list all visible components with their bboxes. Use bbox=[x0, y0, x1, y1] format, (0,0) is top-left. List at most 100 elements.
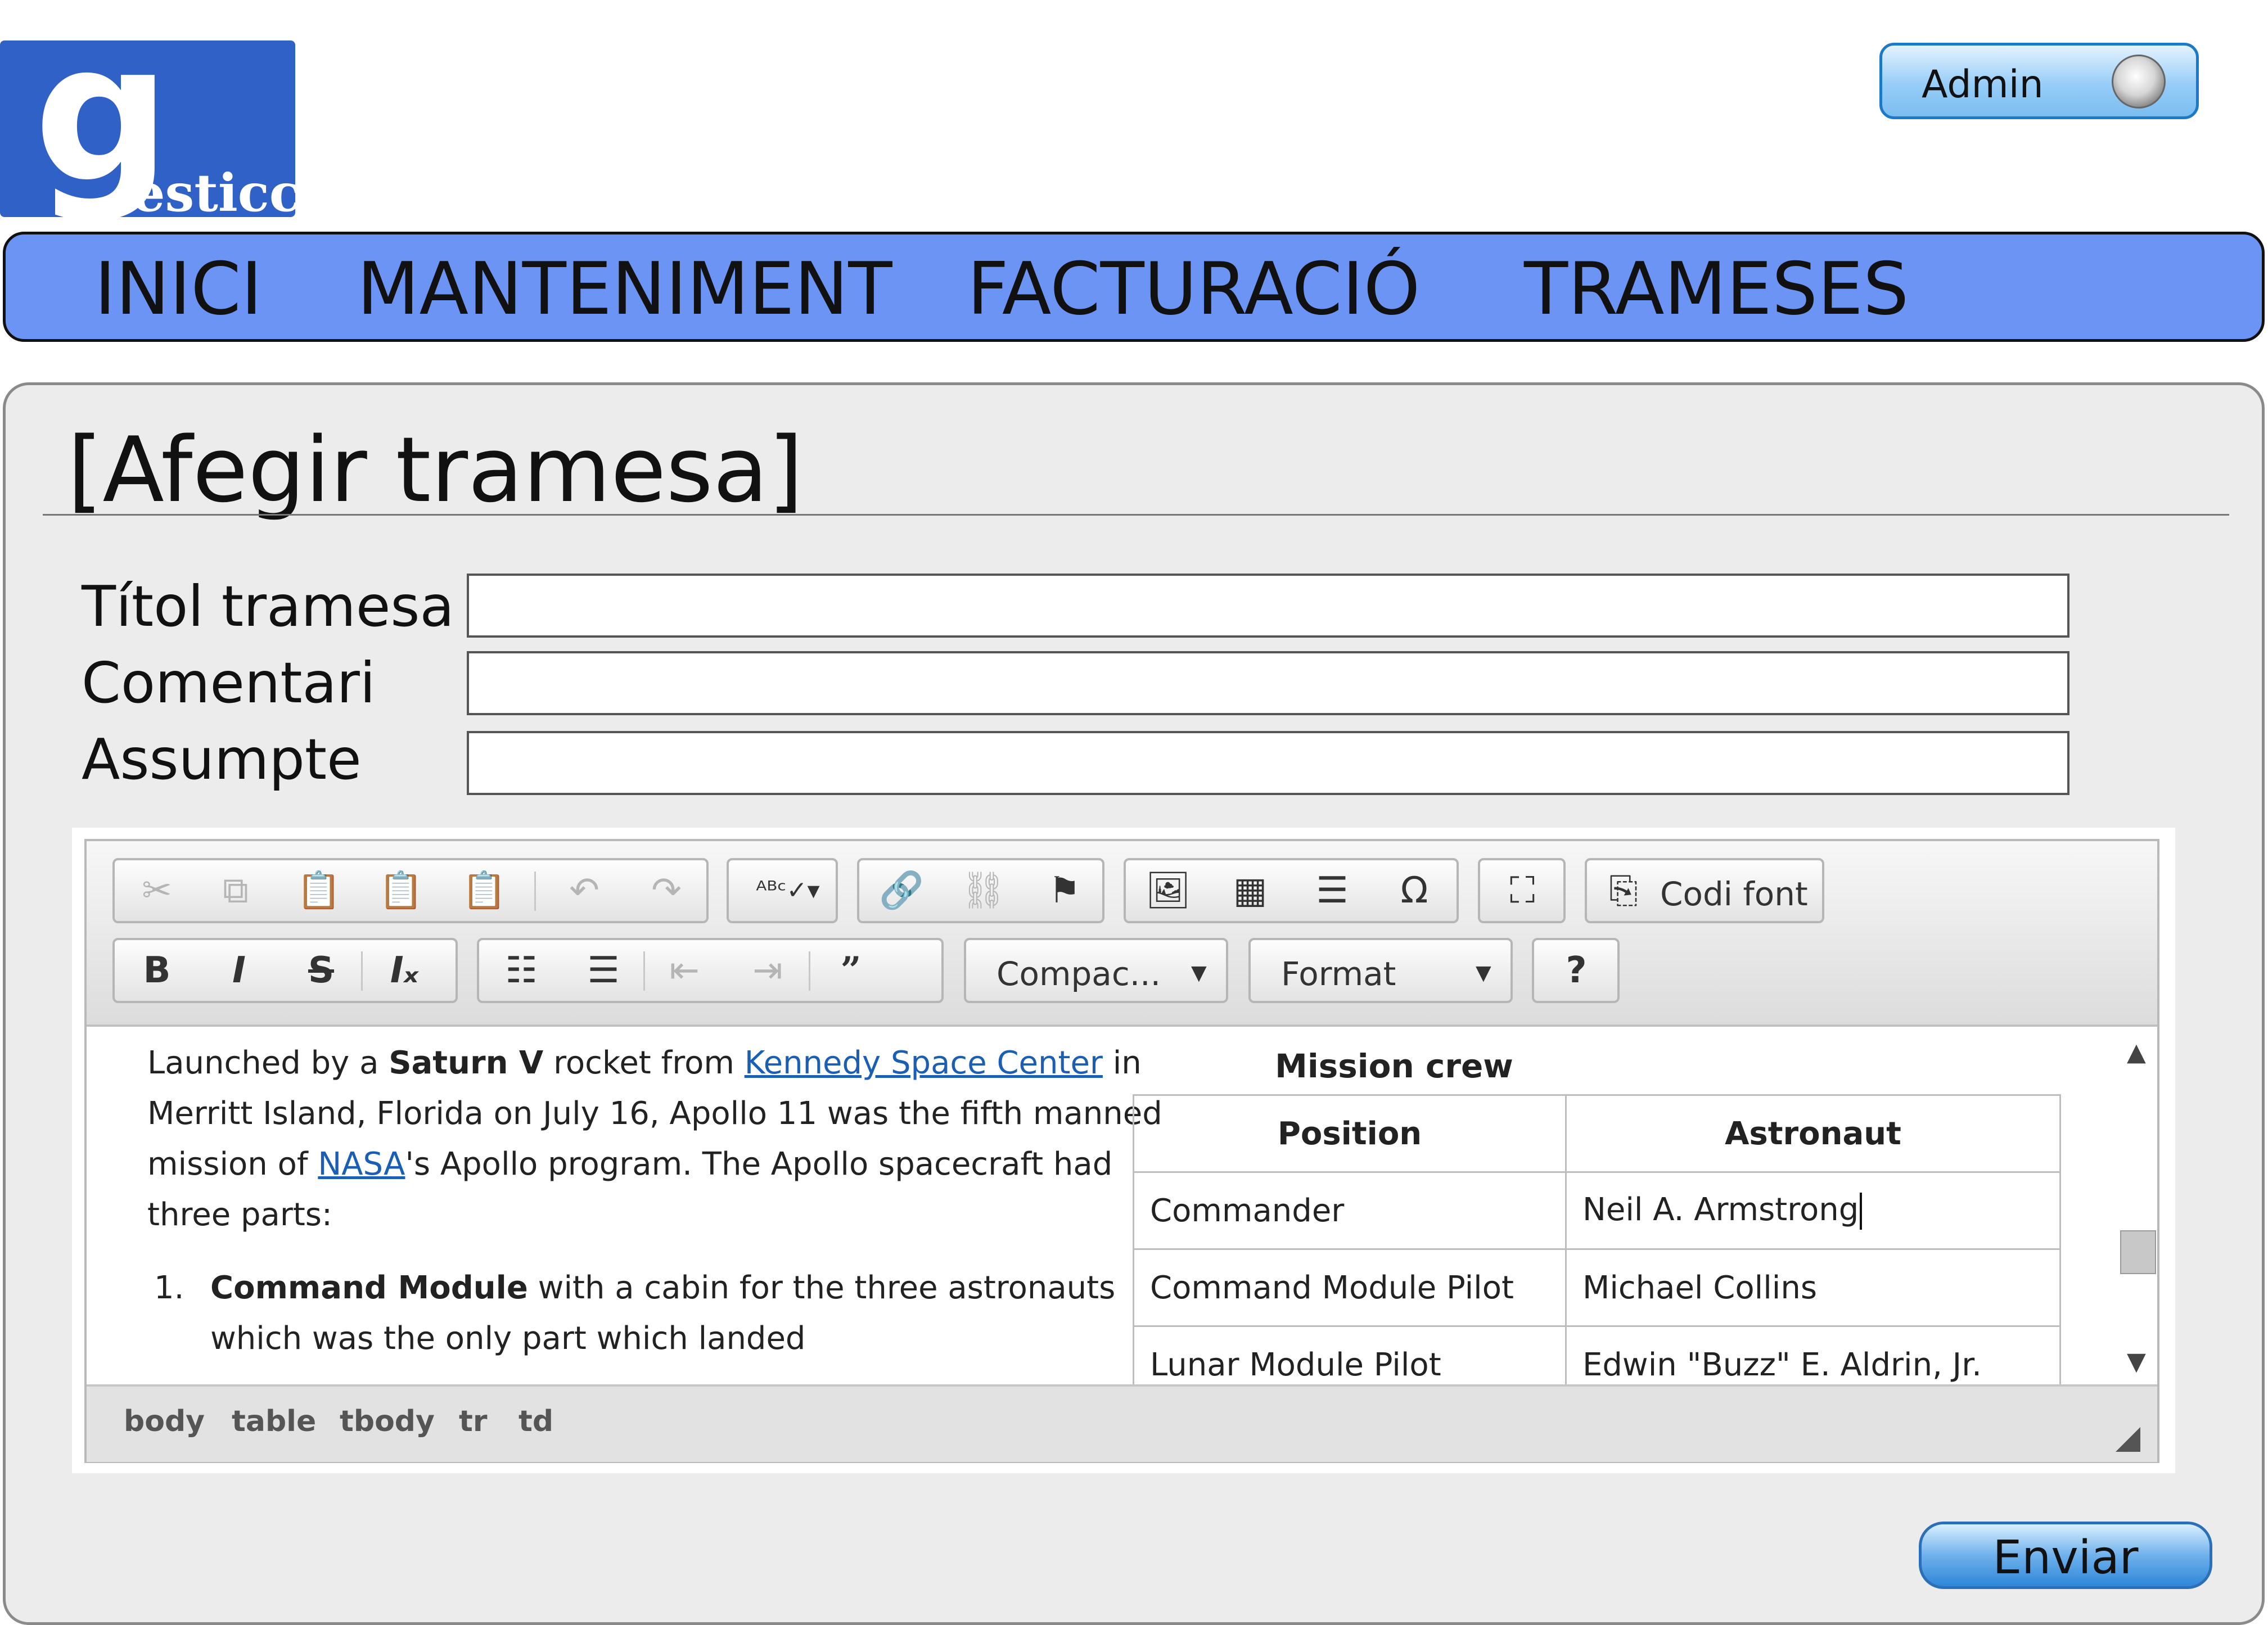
link-group: 🔗 ⛓ ⚑ bbox=[857, 858, 1104, 923]
link-icon[interactable]: 🔗 bbox=[876, 868, 927, 913]
styles-dropdown-label: Compac... bbox=[997, 955, 1161, 993]
blockquote-icon[interactable]: ” bbox=[826, 948, 876, 993]
strike-icon[interactable]: S bbox=[296, 948, 346, 993]
comentari-input[interactable] bbox=[467, 651, 2069, 715]
table-cell[interactable]: Lunar Module Pilot bbox=[1133, 1325, 1567, 1384]
source-button[interactable]: ⎘ Codi font bbox=[1585, 858, 1824, 923]
nav-item-facturacio[interactable]: FACTURACIÓ bbox=[967, 250, 1420, 329]
paste-text-icon[interactable]: 📋 bbox=[376, 868, 426, 913]
table-cell[interactable]: Michael Collins bbox=[1565, 1248, 2061, 1327]
chevron-down-icon: ▼ bbox=[1476, 962, 1491, 985]
basic-styles-group: B I S Iₓ bbox=[112, 938, 458, 1003]
send-button-label: Enviar bbox=[1992, 1531, 2139, 1585]
table-cell[interactable]: Commander bbox=[1133, 1171, 1567, 1250]
logo-text: esticc bbox=[132, 162, 295, 217]
bold-text: Saturn V bbox=[389, 1045, 544, 1081]
gesticc-logo[interactable]: g esticc bbox=[0, 40, 295, 217]
table-header-row: Position Astronaut bbox=[1133, 1094, 2061, 1173]
assumpte-input[interactable] bbox=[467, 731, 2069, 795]
table-header[interactable]: Astronaut bbox=[1565, 1094, 2061, 1173]
scroll-thumb[interactable] bbox=[2120, 1230, 2156, 1274]
table-cell[interactable]: Command Module Pilot bbox=[1133, 1248, 1567, 1327]
format-dropdown-label: Format bbox=[1281, 955, 1396, 993]
titol-label: Títol tramesa bbox=[82, 574, 454, 639]
titol-input[interactable] bbox=[467, 574, 2069, 638]
redo-icon[interactable]: ↷ bbox=[641, 868, 692, 913]
main-navigation: INICI MANTENIMENT FACTURACIÓ TRAMESES bbox=[3, 232, 2265, 342]
path-item-table[interactable]: table bbox=[232, 1405, 316, 1438]
image-icon[interactable]: 🖼 bbox=[1143, 868, 1193, 913]
insert-group: 🖼 ▦ ☰ Ω bbox=[1124, 858, 1459, 923]
editor-content-area[interactable]: Launched by a Saturn V rocket from Kenne… bbox=[87, 1027, 2111, 1384]
list-number: 1. bbox=[154, 1270, 184, 1306]
toolbar-separator bbox=[643, 951, 645, 991]
scroll-up-icon[interactable]: ▲ bbox=[2127, 1038, 2146, 1067]
italic-icon[interactable]: I bbox=[214, 948, 264, 993]
anchor-icon[interactable]: ⚑ bbox=[1039, 868, 1090, 913]
nav-item-trameses[interactable]: TRAMESES bbox=[1524, 250, 1909, 329]
rich-text-editor: ✂ ⧉ 📋 📋 📋 ↶ ↷ ᴬᴮᶜ✓▾ 🔗 ⛓ ⚑ 🖼 ▦ ☰ Ω ⛶ ⎘ Co… bbox=[84, 839, 2159, 1463]
table-caption: Mission crew bbox=[1275, 1047, 1513, 1085]
copy-icon[interactable]: ⧉ bbox=[210, 868, 261, 913]
styles-dropdown[interactable]: Compac... ▼ bbox=[964, 938, 1228, 1003]
source-label: Codi font bbox=[1660, 875, 1808, 913]
bulleted-list-icon[interactable]: ☰ bbox=[578, 948, 629, 993]
cut-icon[interactable]: ✂ bbox=[132, 868, 182, 913]
undo-icon[interactable]: ↶ bbox=[559, 868, 610, 913]
maximize-icon[interactable]: ⛶ bbox=[1497, 868, 1548, 913]
clipboard-group: ✂ ⧉ 📋 📋 📋 ↶ ↷ bbox=[112, 858, 709, 923]
chevron-down-icon: ▼ bbox=[1191, 962, 1207, 985]
unlink-icon[interactable]: ⛓ bbox=[958, 868, 1009, 913]
numbered-list-icon[interactable]: ☷ bbox=[496, 948, 547, 993]
path-item-body[interactable]: body bbox=[124, 1405, 205, 1438]
path-item-tbody[interactable]: tbody bbox=[340, 1405, 435, 1438]
table-cell[interactable]: Edwin "Buzz" E. Aldrin, Jr. bbox=[1565, 1325, 2061, 1384]
paste-icon[interactable]: 📋 bbox=[294, 868, 344, 913]
toolbar-separator bbox=[809, 951, 810, 991]
scroll-down-icon[interactable]: ▼ bbox=[2127, 1347, 2146, 1376]
table-row: Lunar Module Pilot Edwin "Buzz" E. Aldri… bbox=[1133, 1325, 2061, 1384]
editor-scrollbar[interactable]: ▲ ▼ bbox=[2111, 1027, 2157, 1384]
page-title: [Afegir tramesa] bbox=[67, 417, 804, 522]
indent-icon[interactable]: ⇥ bbox=[742, 948, 793, 993]
path-item-td[interactable]: td bbox=[518, 1405, 553, 1438]
editor-toolbar: ✂ ⧉ 📋 📋 📋 ↶ ↷ ᴬᴮᶜ✓▾ 🔗 ⛓ ⚑ 🖼 ▦ ☰ Ω ⛶ ⎘ Co… bbox=[87, 841, 2157, 1027]
bold-icon[interactable]: B bbox=[132, 948, 182, 993]
path-item-tr[interactable]: tr bbox=[459, 1405, 488, 1438]
table-row: Commander Neil A. Armstrong bbox=[1133, 1171, 2061, 1250]
table-row: Command Module Pilot Michael Collins bbox=[1133, 1248, 2061, 1327]
admin-user-button[interactable]: Admin bbox=[1879, 43, 2199, 119]
toolbar-separator bbox=[534, 872, 536, 911]
text-run: rocket from bbox=[543, 1045, 745, 1081]
source-icon: ⎘ bbox=[1609, 870, 1638, 911]
cell-text: Neil A. Armstrong bbox=[1582, 1191, 1859, 1228]
outdent-icon[interactable]: ⇤ bbox=[659, 948, 710, 993]
comentari-label: Comentari bbox=[82, 650, 376, 716]
help-button[interactable]: ? bbox=[1532, 938, 1620, 1003]
element-path-bar: body table tbody tr td bbox=[87, 1384, 2157, 1462]
bold-text: Command Module bbox=[210, 1270, 528, 1306]
maximize-group: ⛶ bbox=[1478, 858, 1566, 923]
resize-grip-icon[interactable] bbox=[2116, 1427, 2140, 1452]
nav-item-inici[interactable]: INICI bbox=[94, 250, 262, 329]
nav-item-manteniment[interactable]: MANTENIMENT bbox=[357, 250, 892, 329]
paragraph-group: ☷ ☰ ⇤ ⇥ ” bbox=[477, 938, 944, 1003]
horizontal-rule-icon[interactable]: ☰ bbox=[1307, 868, 1358, 913]
remove-format-icon[interactable]: Iₓ bbox=[379, 948, 430, 993]
admin-label: Admin bbox=[1922, 62, 2044, 107]
mission-crew-table: Position Astronaut Commander Neil A. Arm… bbox=[1133, 1094, 2061, 1384]
table-icon[interactable]: ▦ bbox=[1225, 868, 1275, 913]
nasa-link[interactable]: NASA bbox=[318, 1146, 405, 1182]
paste-word-icon[interactable]: 📋 bbox=[459, 868, 509, 913]
text-cursor bbox=[1860, 1193, 1863, 1230]
format-dropdown[interactable]: Format ▼ bbox=[1248, 938, 1513, 1003]
send-button[interactable]: Enviar bbox=[1919, 1522, 2212, 1589]
table-cell-active[interactable]: Neil A. Armstrong bbox=[1565, 1171, 2061, 1250]
spellcheck-icon[interactable]: ᴬᴮᶜ✓▾ bbox=[751, 868, 824, 913]
help-icon: ? bbox=[1566, 950, 1587, 991]
toolbar-separator bbox=[361, 951, 363, 991]
admin-toggle-knob-icon bbox=[2112, 55, 2166, 109]
title-divider bbox=[43, 514, 2229, 516]
table-header[interactable]: Position bbox=[1133, 1094, 1567, 1173]
special-char-icon[interactable]: Ω bbox=[1389, 868, 1440, 913]
